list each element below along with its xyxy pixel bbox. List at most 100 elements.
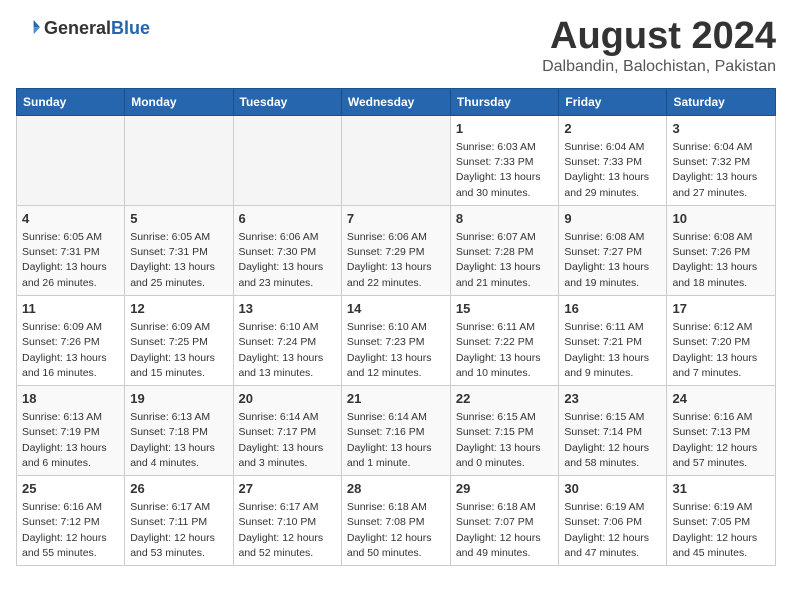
calendar-cell: 28Sunrise: 6:18 AMSunset: 7:08 PMDayligh…	[341, 476, 450, 566]
calendar-cell	[125, 115, 233, 205]
calendar-week-row: 4 Sunrise: 6:05 AMSunset: 7:31 PMDaylight…	[17, 205, 776, 295]
day-info: Sunrise: 6:13 AMSunset: 7:19 PMDaylight:…	[22, 410, 119, 471]
day-info: Sunrise: 6:14 AMSunset: 7:16 PMDaylight:…	[347, 410, 445, 471]
day-info: Sunrise: 6:15 AMSunset: 7:14 PMDaylight:…	[564, 410, 661, 471]
weekday-header-tuesday: Tuesday	[233, 88, 341, 115]
weekday-header-sunday: Sunday	[17, 88, 125, 115]
day-number: 10	[672, 210, 770, 228]
calendar-cell: 19 Sunrise: 6:13 AMSunset: 7:18 PMDayligh…	[125, 385, 233, 475]
weekday-header-wednesday: Wednesday	[341, 88, 450, 115]
day-number: 22	[456, 390, 554, 408]
calendar-cell: 15 Sunrise: 6:11 AMSunset: 7:22 PMDayligh…	[450, 295, 559, 385]
day-info: Sunrise: 6:18 AMSunset: 7:07 PMDaylight:…	[456, 500, 554, 561]
day-info: Sunrise: 6:10 AMSunset: 7:23 PMDaylight:…	[347, 320, 445, 381]
day-number: 13	[239, 300, 336, 318]
calendar-cell: 29 Sunrise: 6:18 AMSunset: 7:07 PMDayligh…	[450, 476, 559, 566]
day-number: 1	[456, 120, 554, 138]
calendar-cell: 14 Sunrise: 6:10 AMSunset: 7:23 PMDayligh…	[341, 295, 450, 385]
day-number: 28	[347, 480, 445, 498]
weekday-header-thursday: Thursday	[450, 88, 559, 115]
day-number: 11	[22, 300, 119, 318]
day-info: Sunrise: 6:07 AMSunset: 7:28 PMDaylight:…	[456, 230, 554, 291]
calendar-cell: 18 Sunrise: 6:13 AMSunset: 7:19 PMDayligh…	[17, 385, 125, 475]
day-info: Sunrise: 6:09 AMSunset: 7:26 PMDaylight:…	[22, 320, 119, 381]
day-number: 30	[564, 480, 661, 498]
day-info: Sunrise: 6:19 AMSunset: 7:05 PMDaylight:…	[672, 500, 770, 561]
calendar-cell: 9 Sunrise: 6:08 AMSunset: 7:27 PMDaylight…	[559, 205, 667, 295]
day-info: Sunrise: 6:10 AMSunset: 7:24 PMDaylight:…	[239, 320, 336, 381]
calendar-cell: 30 Sunrise: 6:19 AMSunset: 7:06 PMDayligh…	[559, 476, 667, 566]
day-info: Sunrise: 6:19 AMSunset: 7:06 PMDaylight:…	[564, 500, 661, 561]
weekday-header-saturday: Saturday	[667, 88, 776, 115]
calendar-cell	[233, 115, 341, 205]
day-info: Sunrise: 6:08 AMSunset: 7:27 PMDaylight:…	[564, 230, 661, 291]
logo-general: General	[44, 18, 111, 38]
calendar-cell: 25Sunrise: 6:16 AMSunset: 7:12 PMDayligh…	[17, 476, 125, 566]
day-number: 2	[564, 120, 661, 138]
day-info: Sunrise: 6:12 AMSunset: 7:20 PMDaylight:…	[672, 320, 770, 381]
calendar-cell: 21 Sunrise: 6:14 AMSunset: 7:16 PMDayligh…	[341, 385, 450, 475]
calendar-cell: 3 Sunrise: 6:04 AMSunset: 7:32 PMDaylight…	[667, 115, 776, 205]
day-number: 12	[130, 300, 227, 318]
day-number: 23	[564, 390, 661, 408]
day-number: 17	[672, 300, 770, 318]
calendar-cell: 8 Sunrise: 6:07 AMSunset: 7:28 PMDaylight…	[450, 205, 559, 295]
calendar-cell: 17 Sunrise: 6:12 AMSunset: 7:20 PMDayligh…	[667, 295, 776, 385]
calendar-cell: 22 Sunrise: 6:15 AMSunset: 7:15 PMDayligh…	[450, 385, 559, 475]
logo: GeneralBlue	[16, 16, 150, 40]
day-info: Sunrise: 6:06 AMSunset: 7:30 PMDaylight:…	[239, 230, 336, 291]
weekday-header-row: SundayMondayTuesdayWednesdayThursdayFrid…	[17, 88, 776, 115]
day-number: 15	[456, 300, 554, 318]
calendar-cell: 31 Sunrise: 6:19 AMSunset: 7:05 PMDayligh…	[667, 476, 776, 566]
calendar-cell: 13 Sunrise: 6:10 AMSunset: 7:24 PMDayligh…	[233, 295, 341, 385]
day-number: 8	[456, 210, 554, 228]
calendar-cell: 5Sunrise: 6:05 AMSunset: 7:31 PMDaylight…	[125, 205, 233, 295]
day-info: Sunrise: 6:16 AMSunset: 7:12 PMDaylight:…	[22, 500, 119, 561]
title-block: August 2024 Dalbandin, Balochistan, Paki…	[542, 16, 776, 76]
day-number: 3	[672, 120, 770, 138]
calendar-cell	[17, 115, 125, 205]
calendar-cell: 4 Sunrise: 6:05 AMSunset: 7:31 PMDaylight…	[17, 205, 125, 295]
day-number: 4	[22, 210, 119, 228]
day-info: Sunrise: 6:03 AMSunset: 7:33 PMDaylight:…	[456, 140, 554, 201]
calendar-cell: 26Sunrise: 6:17 AMSunset: 7:11 PMDayligh…	[125, 476, 233, 566]
day-info: Sunrise: 6:06 AMSunset: 7:29 PMDaylight:…	[347, 230, 445, 291]
day-number: 18	[22, 390, 119, 408]
day-number: 26	[130, 480, 227, 498]
calendar-cell: 2 Sunrise: 6:04 AMSunset: 7:33 PMDaylight…	[559, 115, 667, 205]
day-number: 7	[347, 210, 445, 228]
day-number: 24	[672, 390, 770, 408]
logo-icon	[16, 16, 40, 40]
calendar-week-row: 1 Sunrise: 6:03 AMSunset: 7:33 PMDaylight…	[17, 115, 776, 205]
day-info: Sunrise: 6:11 AMSunset: 7:22 PMDaylight:…	[456, 320, 554, 381]
logo-text: GeneralBlue	[44, 18, 150, 39]
day-info: Sunrise: 6:05 AMSunset: 7:31 PMDaylight:…	[22, 230, 119, 291]
day-info: Sunrise: 6:17 AMSunset: 7:10 PMDaylight:…	[239, 500, 336, 561]
day-number: 19	[130, 390, 227, 408]
day-info: Sunrise: 6:09 AMSunset: 7:25 PMDaylight:…	[130, 320, 227, 381]
day-number: 9	[564, 210, 661, 228]
day-info: Sunrise: 6:13 AMSunset: 7:18 PMDaylight:…	[130, 410, 227, 471]
day-info: Sunrise: 6:04 AMSunset: 7:33 PMDaylight:…	[564, 140, 661, 201]
month-title: August 2024	[542, 16, 776, 58]
day-number: 20	[239, 390, 336, 408]
weekday-header-monday: Monday	[125, 88, 233, 115]
calendar-cell: 10 Sunrise: 6:08 AMSunset: 7:26 PMDayligh…	[667, 205, 776, 295]
day-info: Sunrise: 6:11 AMSunset: 7:21 PMDaylight:…	[564, 320, 661, 381]
page-header: GeneralBlue August 2024 Dalbandin, Baloc…	[16, 16, 776, 76]
day-number: 21	[347, 390, 445, 408]
day-number: 5	[130, 210, 227, 228]
day-info: Sunrise: 6:08 AMSunset: 7:26 PMDaylight:…	[672, 230, 770, 291]
day-number: 31	[672, 480, 770, 498]
day-info: Sunrise: 6:15 AMSunset: 7:15 PMDaylight:…	[456, 410, 554, 471]
day-info: Sunrise: 6:04 AMSunset: 7:32 PMDaylight:…	[672, 140, 770, 201]
day-number: 29	[456, 480, 554, 498]
calendar-cell: 27Sunrise: 6:17 AMSunset: 7:10 PMDayligh…	[233, 476, 341, 566]
calendar-cell: 12 Sunrise: 6:09 AMSunset: 7:25 PMDayligh…	[125, 295, 233, 385]
day-number: 14	[347, 300, 445, 318]
calendar-cell: 1 Sunrise: 6:03 AMSunset: 7:33 PMDaylight…	[450, 115, 559, 205]
calendar-cell: 16Sunrise: 6:11 AMSunset: 7:21 PMDayligh…	[559, 295, 667, 385]
calendar-cell: 24Sunrise: 6:16 AMSunset: 7:13 PMDayligh…	[667, 385, 776, 475]
day-number: 6	[239, 210, 336, 228]
calendar-week-row: 25Sunrise: 6:16 AMSunset: 7:12 PMDayligh…	[17, 476, 776, 566]
